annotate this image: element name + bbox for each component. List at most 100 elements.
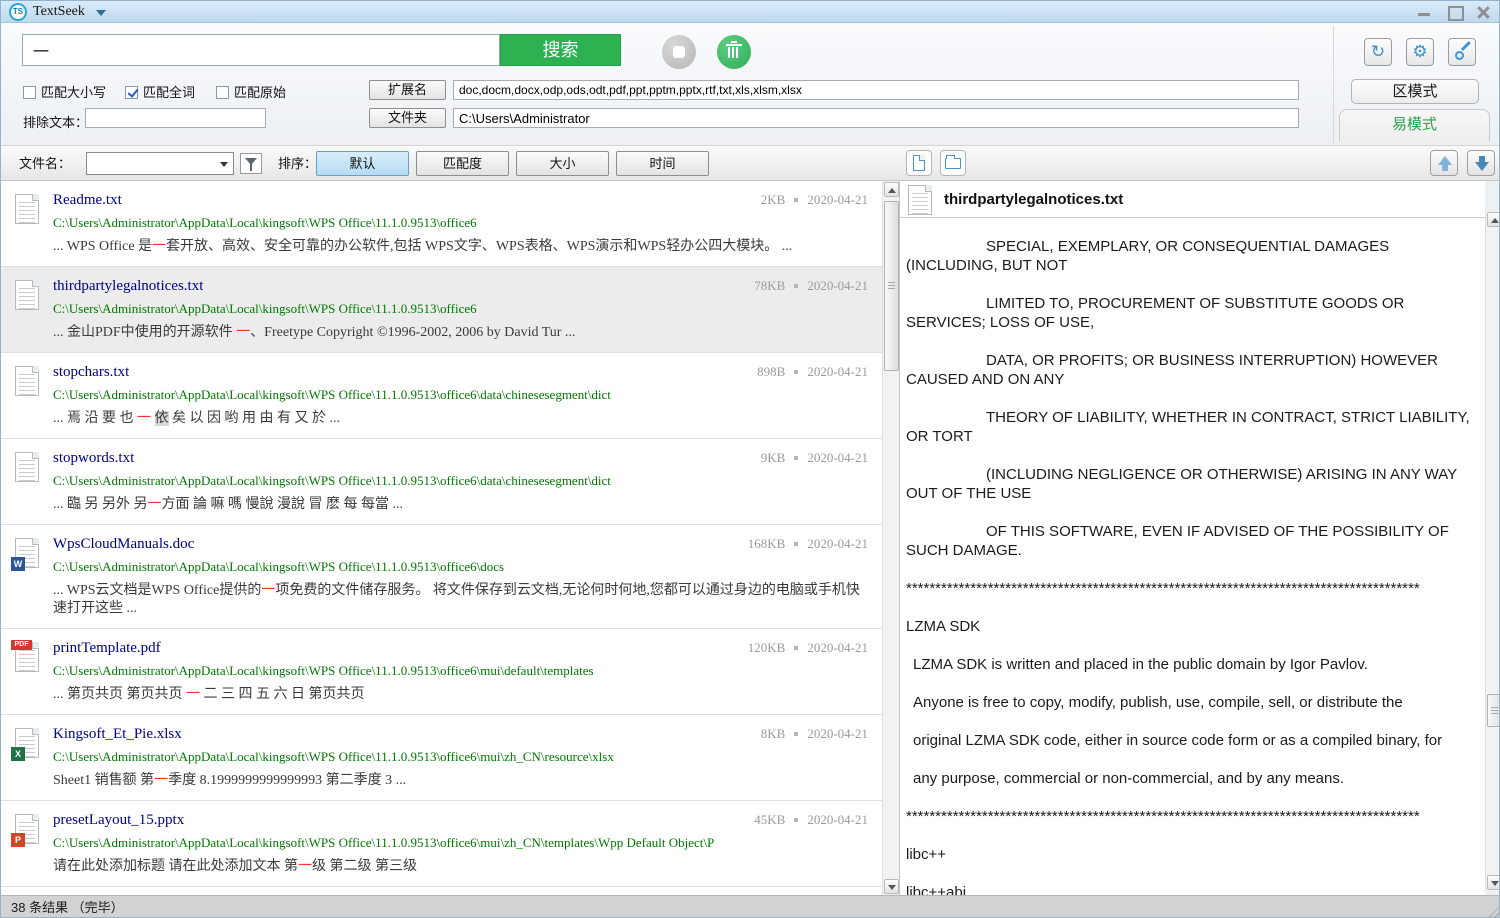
folder-input[interactable] [453,108,1299,128]
file-type-icon [15,452,41,484]
refresh-icon: ↻ [1371,42,1385,61]
triangle-up-icon [888,188,896,193]
meta-separator [794,732,798,736]
stop-button[interactable] [662,35,696,69]
resize-grip-icon[interactable] [1486,904,1499,917]
preview-line: OF THIS SOFTWARE, EVEN IF ADVISED OF THE… [906,522,1483,541]
file-result-item[interactable]: P presetLayout_15.pptx 45KB2020-04-21 C:… [1,801,882,887]
sort-relevance-button[interactable]: 匹配度 [416,151,509,176]
file-name[interactable]: presetLayout_15.pptx [53,812,184,831]
search-panel: 搜索 匹配大小写 匹配全词 匹配原始 排除文本： 扩展名 文件夹 ↻ ⚙ 区模式… [1,23,1500,146]
meta-separator [794,542,798,546]
file-path: C:\Users\Administrator\AppData\Local\kin… [53,749,868,766]
sort-time-button[interactable]: 时间 [616,151,709,176]
scroll-down-button[interactable] [1487,875,1500,890]
sort-size-button[interactable]: 大小 [516,151,609,176]
file-date: 2020-04-21 [807,812,868,827]
file-date: 2020-04-21 [807,536,868,551]
folder-icon [945,158,961,169]
exclude-text-input[interactable] [85,108,266,128]
prev-match-button[interactable] [1430,150,1458,176]
title-bar: TS TextSeek [1,1,1499,23]
preview-line: SERVICES; LOSS OF USE, [906,313,1483,332]
match-case-checkbox[interactable] [23,86,36,99]
sort-label: 排序： [278,146,317,181]
file-path: C:\Users\Administrator\AppData\Local\kin… [53,473,868,490]
app-menu-caret-icon[interactable] [96,10,106,16]
file-meta: 2KB2020-04-21 [761,192,868,211]
license-key-button[interactable] [1448,38,1476,66]
file-name[interactable]: Readme.txt [53,192,122,211]
folder-button[interactable]: 文件夹 [369,108,446,128]
file-name[interactable]: WpsCloudManuals.doc [53,536,194,555]
next-match-button[interactable] [1467,150,1495,176]
whole-word-checkbox[interactable] [125,86,138,99]
key-icon [1455,51,1464,60]
file-path: C:\Users\Administrator\AppData\Local\kin… [53,835,868,852]
file-path: C:\Users\Administrator\AppData\Local\kin… [53,559,868,576]
panel-divider [1333,26,1334,143]
file-date: 2020-04-21 [807,726,868,741]
file-name[interactable]: thirdpartylegalnotices.txt [53,278,203,297]
exclude-text-label: 排除文本： [23,112,88,131]
refresh-button[interactable]: ↻ [1364,38,1392,66]
file-result-item[interactable]: X Kingsoft_Et_Pie.xlsx 8KB2020-04-21 C:\… [1,715,882,801]
app-title: TextSeek [33,1,85,23]
zone-mode-button[interactable]: 区模式 [1351,79,1479,104]
preview-line: LIMITED TO, PROCUREMENT OF SUBSTITUTE GO… [906,294,1483,313]
whole-word-label: 匹配全词 [143,85,195,100]
filter-button[interactable] [240,153,262,174]
preview-content[interactable]: SPECIAL, EXEMPLARY, OR CONSEQUENTIAL DAM… [900,219,1485,895]
file-meta: 8KB 2020-04-21 [761,726,868,745]
scroll-down-button[interactable] [884,879,899,894]
preview-line: (INCLUDING NEGLIGENCE OR OTHERWISE) ARIS… [906,465,1483,484]
scroll-up-button[interactable] [884,182,899,197]
search-input[interactable] [22,34,500,66]
filename-combobox[interactable] [86,152,234,175]
scroll-up-button[interactable] [1487,212,1500,227]
preview-line: Anyone is free to copy, modify, publish,… [906,693,1483,712]
open-folder-button[interactable] [940,150,966,176]
search-button[interactable]: 搜索 [500,34,621,66]
filename-label: 文件名： [19,146,71,181]
file-name[interactable]: stopwords.txt [53,450,134,469]
scrollbar-thumb[interactable] [1487,694,1500,727]
file-result-item[interactable]: thirdpartylegalnotices.txt 78KB2020-04-2… [1,267,882,353]
preview-line: libc++ [906,845,1483,864]
file-meta: 9KB2020-04-21 [761,450,868,469]
preview-line [906,598,1483,617]
textseek-window: TS TextSeek 搜索 匹配大小写 匹配全词 匹配原始 排除文本： 扩展名… [0,0,1500,918]
triangle-down-icon [888,885,896,890]
settings-button[interactable]: ⚙ [1406,38,1434,66]
open-file-button[interactable] [906,150,932,176]
match-raw-checkbox[interactable] [216,86,229,99]
file-name[interactable]: printTemplate.pdf [53,640,161,659]
file-result-item[interactable]: stopchars.txt 898B2020-04-21 C:\Users\Ad… [1,353,882,439]
file-result-item[interactable]: W WpsCloudManuals.doc 168KB2020-04-21 C:… [1,525,882,629]
close-button[interactable] [1475,4,1493,20]
clear-button[interactable] [717,35,751,69]
maximize-button[interactable] [1445,4,1463,20]
preview-line [906,389,1483,408]
sort-default-button[interactable]: 默认 [316,151,409,176]
preview-line [906,275,1483,294]
preview-filename: thirdpartylegalnotices.txt [944,181,1123,218]
file-name[interactable]: Kingsoft_Et_Pie.xlsx [53,726,182,745]
easy-mode-tab[interactable]: 易模式 [1339,109,1490,141]
extensions-input[interactable] [453,80,1299,100]
file-snippet: ... 第页共页 第页共页 一 二 三 四 五 六 日 第页共页 [53,686,868,704]
extensions-button[interactable]: 扩展名 [369,80,446,100]
file-result-item[interactable]: Readme.txt 2KB2020-04-21 C:\Users\Admini… [1,181,882,267]
file-size: 8KB [761,726,786,741]
preview-line: libc++abi [906,883,1483,895]
file-result-item[interactable]: stopwords.txt 9KB2020-04-21 C:\Users\Adm… [1,439,882,525]
results-scrollbar[interactable] [882,181,899,895]
file-name[interactable]: stopchars.txt [53,364,129,383]
file-result-item[interactable]: PDF printTemplate.pdf 120KB2020-04-21 C:… [1,629,882,715]
file-snippet: ... 臨 另 另外 另一方面 論 嘛 嗎 慢說 漫說 冒 麽 每 每當 ... [53,496,868,514]
meta-separator [794,646,798,650]
preview-scrollbar[interactable] [1485,211,1500,891]
minimize-button[interactable] [1415,4,1433,20]
scrollbar-thumb[interactable] [884,201,899,371]
document-icon [913,155,925,171]
